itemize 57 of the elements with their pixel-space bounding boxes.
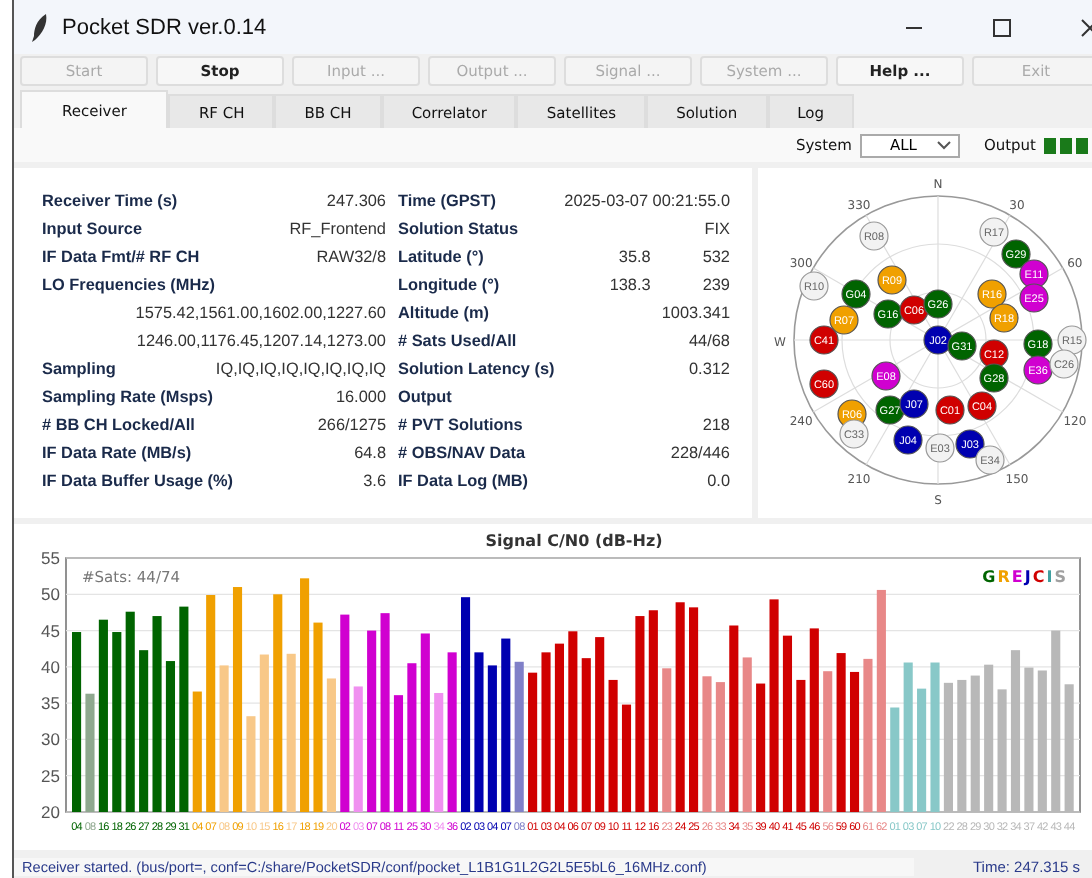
info-label: Input Source [42, 219, 143, 237]
info-label: Latitude (°) [398, 247, 484, 265]
info-value: 44/68 [689, 331, 730, 349]
info-value: RF_Frontend [289, 219, 386, 237]
info-value: 247.306 [326, 191, 386, 209]
maximize-icon[interactable] [992, 17, 1012, 37]
info-label: Sampling [42, 359, 116, 377]
info-value: RAW32/8 [316, 247, 386, 265]
info-value: 1575.42,1561.00,1602.00,1227.60 [135, 303, 386, 321]
chart-title: Signal C/N0 (dB-Hz) [485, 532, 663, 550]
chevron-down-icon [935, 139, 952, 151]
y-tick-label: 25 [41, 765, 60, 786]
info-label: Solution Latency (s) [398, 359, 555, 377]
info-value: 0.312 [689, 359, 730, 377]
info-value: 138.3 [609, 275, 651, 293]
info-label: # PVT Solutions [398, 415, 523, 433]
info-label: IF Data Buffer Usage (%) [42, 471, 234, 489]
info-label: LO Frequencies (MHz) [42, 275, 215, 293]
info-value: 0.0 [707, 471, 730, 489]
window-title: Pocket SDR ver.0.14 [62, 15, 267, 39]
info-value: 3.6 [363, 471, 386, 489]
info-label: Solution Status [398, 219, 519, 237]
info-label: Sampling Rate (Msps) [42, 387, 214, 405]
y-tick-label: 45 [41, 620, 60, 641]
info-value: 228/446 [670, 443, 730, 461]
info-value: 1003.341 [661, 303, 730, 321]
info-label: Time (GPST) [398, 191, 496, 209]
info-value: 239 [702, 275, 730, 293]
info-value: FIX [704, 219, 730, 237]
info-value: 64.8 [354, 443, 386, 461]
y-tick-label: 35 [41, 693, 60, 714]
feather-icon [30, 13, 50, 41]
info-value: IQ,IQ,IQ,IQ,IQ,IQ,IQ,IQ [215, 359, 386, 377]
info-label: # OBS/NAV Data [398, 443, 526, 461]
info-label: # Sats Used/All [398, 331, 517, 349]
info-value: 16.000 [335, 387, 386, 405]
info-label: Longitude (°) [398, 275, 500, 293]
info-value: 2025-03-07 00:21:55.0 [564, 191, 730, 209]
y-tick-label: 40 [41, 656, 60, 677]
info-label: Output [398, 387, 452, 405]
info-label: Altitude (m) [398, 303, 489, 321]
info-value: 1246.00,1176.45,1207.14,1273.00 [136, 331, 386, 349]
info-value: 218 [702, 415, 730, 433]
info-label: Receiver Time (s) [42, 191, 178, 209]
info-label: IF Data Rate (MB/s) [42, 443, 192, 461]
output-indicator-icon [1044, 137, 1092, 153]
info-label: IF Data Fmt/# RF CH [42, 247, 200, 265]
y-tick-label: 30 [41, 729, 60, 750]
info-label: IF Data Log (MB) [398, 471, 529, 489]
system-legend: G REJC I S [982, 568, 1068, 586]
y-tick-label: 50 [41, 584, 60, 605]
info-value: 266/1275 [317, 415, 386, 433]
info-value: 532 [702, 247, 730, 265]
info-label: # BB CH Locked/All [42, 415, 195, 433]
info-value: 35.8 [618, 247, 651, 265]
y-tick-label: 20 [41, 802, 60, 822]
y-tick-label: 55 [41, 548, 60, 568]
